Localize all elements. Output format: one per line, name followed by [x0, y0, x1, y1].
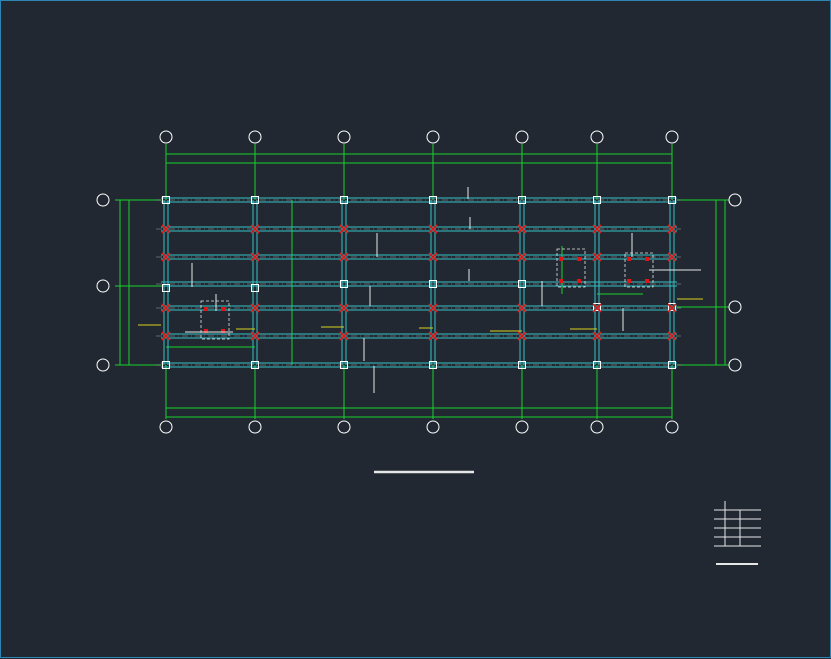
rebar-mark — [577, 279, 581, 283]
rebar-mark — [627, 257, 631, 261]
axis-bubble — [728, 358, 742, 372]
rebar-mark — [161, 224, 171, 234]
axis-bubble — [590, 420, 604, 434]
annotation-marks — [138, 187, 703, 393]
axis-bubble — [515, 130, 529, 144]
rebar-mark — [161, 303, 171, 313]
legend-table — [714, 501, 761, 565]
rebar-mark — [667, 252, 677, 262]
rebar-mark — [627, 279, 631, 283]
beam-lines — [156, 197, 681, 368]
rebar-mark — [559, 279, 563, 283]
axis-bubble — [665, 420, 679, 434]
axis-bubble — [96, 193, 110, 207]
rebar-mark — [161, 331, 171, 341]
axis-bubble — [96, 358, 110, 372]
rebar-mark — [204, 307, 208, 311]
axis-bubble — [159, 130, 173, 144]
axis-bubble — [248, 420, 262, 434]
axis-bubble — [337, 130, 351, 144]
axis-bubble — [590, 130, 604, 144]
structural-plan-drawing — [96, 130, 761, 565]
cad-viewport[interactable] — [0, 0, 831, 658]
axis-bubble — [159, 420, 173, 434]
rebar-mark — [221, 307, 225, 311]
rebar-mark — [645, 257, 649, 261]
axis-bubble — [426, 420, 440, 434]
rebar-mark — [667, 224, 677, 234]
rebar-mark — [645, 279, 649, 283]
axis-bubble — [96, 279, 110, 293]
rebar-mark — [559, 257, 563, 261]
axis-bubble — [515, 420, 529, 434]
opening-outline — [200, 300, 230, 340]
rebar-mark — [667, 331, 677, 341]
axis-bubble — [728, 193, 742, 207]
axis-bubble — [665, 130, 679, 144]
axis-bubble — [426, 130, 440, 144]
rebar-mark — [577, 257, 581, 261]
axis-bubble — [337, 420, 351, 434]
axis-bubble — [248, 130, 262, 144]
axis-bubble — [728, 300, 742, 314]
rebar-mark — [161, 252, 171, 262]
